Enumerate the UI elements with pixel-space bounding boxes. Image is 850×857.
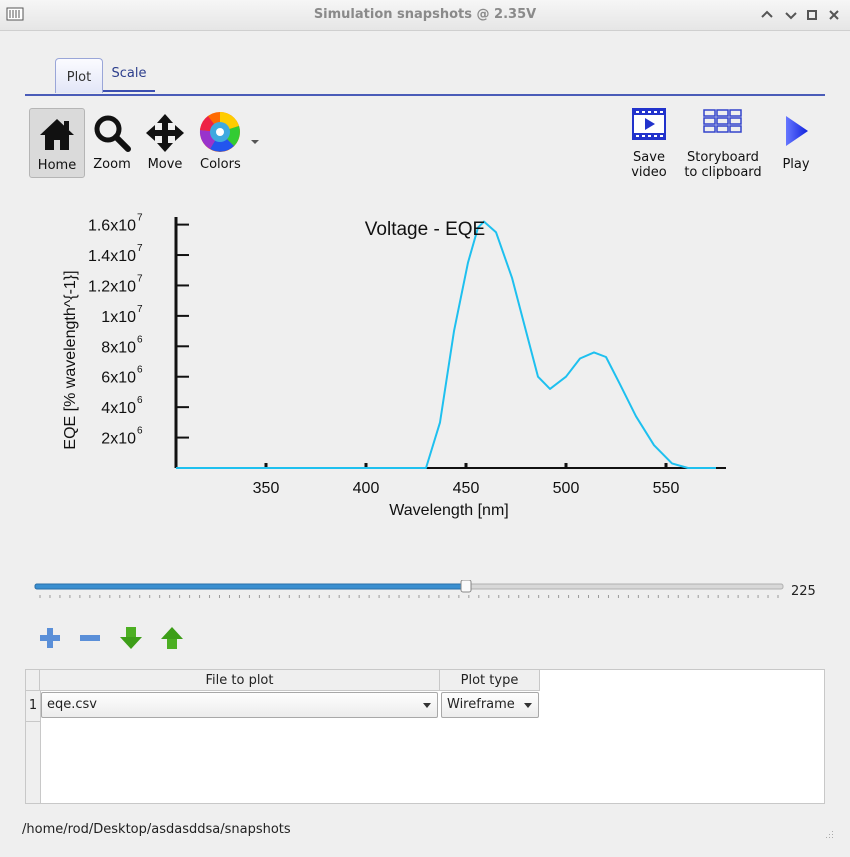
x-tick-label: 350	[253, 480, 280, 497]
colors-button[interactable]: Colors	[196, 108, 246, 176]
title-bar: Simulation snapshots @ 2.35V	[0, 0, 850, 31]
status-path: /home/rod/Desktop/asdasddsa/snapshots	[22, 822, 291, 837]
plot-type-column-header[interactable]: Plot type	[440, 670, 540, 691]
eqe-series-line	[176, 220, 716, 469]
color-wheel-icon	[199, 112, 240, 152]
y-tick-exponent: 7	[137, 243, 143, 254]
move-down-icon[interactable]	[118, 625, 144, 651]
magnifier-icon	[94, 115, 131, 152]
save-video-button[interactable]: Save video	[624, 108, 674, 182]
file-select-value: eqe.csv	[47, 697, 97, 712]
chevron-down-icon[interactable]	[782, 6, 800, 24]
home-label: Home	[37, 158, 77, 173]
y-tick-exponent: 7	[137, 273, 143, 284]
chevron-down-icon	[423, 703, 431, 708]
corner-header	[26, 670, 40, 691]
y-tick-exponent: 6	[137, 395, 143, 406]
colors-label: Colors	[200, 157, 241, 172]
storyboard-icon	[703, 109, 742, 133]
eqe-chart: 2x10 64x10 66x10 68x10 61x10 71.2x10 71.4x10 71…	[62, 213, 726, 519]
save-video-label-line2: video	[631, 165, 667, 180]
slider-value: 225	[791, 584, 816, 599]
chart-title: Voltage - EQE	[365, 219, 485, 240]
file-select[interactable]: eqe.csv	[41, 692, 438, 718]
time-slider[interactable]	[34, 580, 784, 600]
y-tick-label: 2x10	[101, 431, 136, 448]
plot-type-value: Wireframe	[447, 697, 515, 712]
resize-grip-icon[interactable]	[824, 831, 834, 841]
storyboard-button[interactable]: Storyboard to clipboard	[682, 108, 764, 182]
storyboard-label-line1: Storyboard	[687, 150, 759, 165]
y-tick-label: 8x10	[101, 339, 136, 356]
play-button[interactable]: Play	[775, 108, 817, 182]
y-tick-label: 1.2x10	[88, 278, 136, 295]
maximize-icon[interactable]	[803, 6, 821, 24]
move-label: Move	[147, 157, 183, 172]
y-tick-exponent: 6	[137, 365, 143, 376]
y-tick-exponent: 7	[137, 304, 143, 315]
y-tick-exponent: 7	[137, 213, 143, 224]
x-tick-label: 500	[553, 480, 580, 497]
tab-divider	[25, 94, 825, 96]
save-video-label-line1: Save	[633, 150, 665, 165]
move-up-icon[interactable]	[159, 625, 185, 651]
x-tick-label: 450	[453, 480, 480, 497]
storyboard-label-line2: to clipboard	[684, 165, 762, 180]
play-label: Play	[782, 157, 810, 172]
y-tick-label: 4x10	[101, 400, 136, 417]
slider-handle[interactable]	[460, 580, 472, 593]
y-tick-label: 1.6x10	[88, 218, 136, 235]
slider-fill	[34, 583, 467, 590]
close-icon[interactable]	[825, 6, 843, 24]
y-tick-exponent: 6	[137, 334, 143, 345]
x-tick-label: 550	[653, 480, 680, 497]
tab-plot[interactable]: Plot	[55, 58, 103, 93]
y-tick-label: 1.4x10	[88, 248, 136, 265]
move-arrows-icon	[146, 114, 184, 152]
chevron-down-icon	[524, 703, 532, 708]
play-icon	[786, 116, 808, 146]
colors-dropdown-arrow-icon[interactable]	[250, 138, 260, 146]
home-icon	[40, 119, 74, 150]
chevron-up-icon[interactable]	[758, 6, 776, 24]
y-axis-label: EQE [% wavelength^{-1}]	[62, 270, 79, 449]
y-tick-label: 1x10	[101, 309, 136, 326]
tab-scale[interactable]: Scale	[103, 58, 155, 92]
zoom-label: Zoom	[93, 157, 131, 172]
file-table: File to plot Plot type 1 eqe.csv Wirefra…	[25, 669, 825, 804]
file-column-header[interactable]: File to plot	[40, 670, 440, 691]
y-tick-label: 6x10	[101, 370, 136, 387]
row-number: 1	[26, 691, 40, 722]
add-row-icon[interactable]	[37, 625, 63, 651]
move-button[interactable]: Move	[141, 108, 189, 176]
remove-row-icon[interactable]	[77, 625, 103, 651]
x-tick-label: 400	[353, 480, 380, 497]
film-icon	[632, 108, 666, 140]
plot-type-select[interactable]: Wireframe	[441, 692, 539, 718]
home-button[interactable]: Home	[29, 108, 85, 178]
window-title: Simulation snapshots @ 2.35V	[313, 7, 537, 22]
y-tick-exponent: 6	[137, 426, 143, 437]
zoom-button[interactable]: Zoom	[88, 108, 136, 176]
x-axis-label: Wavelength [nm]	[389, 502, 508, 519]
